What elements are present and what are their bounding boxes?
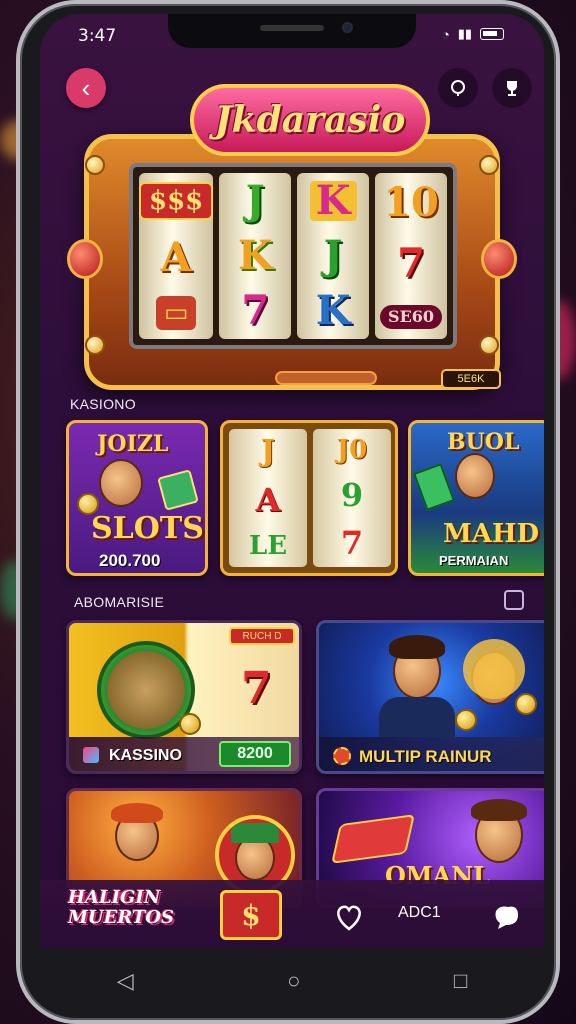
- hair-shape: [111, 803, 163, 823]
- back-button[interactable]: ‹: [66, 68, 106, 108]
- hair-shape: [389, 635, 445, 659]
- signal-icon: ▮▮: [457, 26, 472, 41]
- trophy-icon[interactable]: [492, 68, 532, 108]
- chip-icon: [333, 747, 351, 765]
- reel-3: K J K: [297, 173, 370, 339]
- battery-icon: [480, 28, 504, 40]
- card-tag: RUCH D: [229, 627, 295, 645]
- reel-1: $$$ A ▭: [139, 173, 214, 339]
- app-screen: 3:47 ◔ ▮▮ ‹ Jkdarasio $$$ A ▭ J K 7 K J …: [40, 14, 544, 948]
- light-bulb: [479, 155, 499, 175]
- phone-frame: 3:47 ◔ ▮▮ ‹ Jkdarasio $$$ A ▭ J K 7 K J …: [16, 0, 560, 1024]
- card-caption: PERMAIAN: [439, 553, 509, 568]
- reel-symbol: K: [309, 180, 357, 221]
- tile-value: 8200: [219, 741, 291, 767]
- nav-item-muertos-label[interactable]: HALIGIN MUERTOS: [68, 888, 194, 928]
- bag-icon[interactable]: [504, 590, 524, 610]
- light-bulb: [85, 155, 105, 175]
- bottom-nav: HALIGIN MUERTOS $ ADC1: [40, 880, 544, 948]
- ticket-icon: [331, 814, 415, 864]
- avatar: [455, 453, 495, 499]
- heart-icon: [337, 905, 361, 931]
- recents-nav-icon[interactable]: □: [454, 968, 467, 994]
- hair-shape: [463, 639, 525, 699]
- camera-icon: [342, 22, 353, 33]
- coin-icon: [455, 709, 477, 731]
- wifi-icon: ◔: [441, 26, 450, 42]
- coin-icon: [179, 713, 201, 735]
- reel-symbol: 7: [241, 287, 270, 335]
- card-tag-text: RUCH D: [242, 630, 282, 642]
- left-knob[interactable]: [67, 239, 103, 279]
- hair-shape: [471, 799, 527, 821]
- cash-icon: [413, 463, 455, 511]
- reel-symbol: 9: [340, 476, 364, 514]
- reel-symbol: K: [237, 231, 273, 279]
- reel-symbol: LE: [248, 530, 288, 561]
- status-time: 3:47: [78, 26, 117, 46]
- cap-shape: [231, 823, 279, 843]
- spin-slot[interactable]: [275, 371, 377, 385]
- reel-symbol: A: [160, 234, 192, 281]
- featured-card-mahd[interactable]: BUOL MAHD PERMAIAN: [408, 420, 544, 576]
- nav-item-chat[interactable]: [490, 900, 524, 934]
- section-title-secondary: ABOMARISIE: [74, 594, 165, 610]
- bet-tag: 5E6K: [441, 369, 501, 389]
- slot-machine[interactable]: $$$ A ▭ J K 7 K J K 10 7 SE60 5E6K: [67, 134, 517, 390]
- back-nav-icon[interactable]: ◁: [117, 968, 134, 994]
- game-tile-kassino[interactable]: RUCH D 7 KASSINO 8200: [66, 620, 302, 774]
- nav-item-label[interactable]: ADC1: [398, 904, 441, 922]
- speaker: [260, 25, 324, 31]
- card-title: MAHD: [443, 519, 540, 549]
- reel-symbol: $$$: [139, 182, 214, 220]
- nav-item-dollar[interactable]: $: [220, 890, 282, 940]
- search-icon[interactable]: [438, 68, 478, 108]
- section-title-kasino: KASIONO: [70, 396, 136, 412]
- reel-symbol: J: [323, 231, 343, 279]
- reels: $$$ A ▭ J K 7 K J K 10 7 SE60: [129, 163, 457, 349]
- home-nav-icon[interactable]: ○: [287, 968, 300, 994]
- system-nav-bar: ◁ ○ □: [40, 948, 544, 1014]
- game-tile-multip[interactable]: MULTIP RAINUR: [316, 620, 544, 774]
- reel-symbol: ▭: [155, 296, 197, 330]
- coin-icon: [515, 693, 537, 715]
- card-subtitle: JOIZL: [97, 431, 169, 457]
- dollar-icon: $: [241, 898, 261, 932]
- status-icons: ◔ ▮▮: [442, 26, 504, 42]
- reel-symbol: SE60: [380, 304, 443, 329]
- reel-symbol: J: [260, 434, 276, 470]
- featured-card-slots[interactable]: JOIZL SLOTS 200.700: [66, 420, 208, 576]
- app-logo: Jkdarasio: [190, 84, 430, 156]
- tile-label: KASSINO: [109, 747, 182, 764]
- notch: [168, 14, 416, 48]
- reel-2: J K 7: [219, 173, 292, 339]
- reel-symbol: A: [255, 480, 281, 519]
- reel-symbol: 10: [383, 179, 439, 227]
- card-subtitle: BUOL: [447, 429, 520, 455]
- chat-icon: [495, 906, 518, 929]
- suit-shape: [379, 697, 455, 737]
- reel-symbol: 7: [397, 239, 425, 287]
- reel-symbol: K: [315, 287, 351, 335]
- mini-reel: J0 9 7: [313, 429, 391, 567]
- reel-symbol: J: [245, 176, 265, 224]
- card-amount: 200.700: [99, 551, 161, 570]
- reel-symbol: J0: [336, 435, 368, 465]
- featured-card-reels[interactable]: J A LE J0 9 7: [220, 420, 398, 576]
- reel-4: 10 7 SE60: [375, 173, 447, 339]
- light-bulb: [85, 335, 105, 355]
- gem-icon: [83, 747, 99, 763]
- tile-label: MULTIP RAINUR: [359, 747, 492, 766]
- mini-reel: J A LE: [229, 429, 307, 567]
- right-knob[interactable]: [481, 239, 517, 279]
- reel-symbol: 7: [241, 663, 272, 714]
- dice-icon: [157, 469, 199, 511]
- card-title: SLOTS: [91, 511, 204, 546]
- reel-symbol: 7: [340, 524, 364, 562]
- avatar: [99, 459, 143, 507]
- light-bulb: [479, 335, 499, 355]
- nav-item-heart[interactable]: [332, 900, 366, 934]
